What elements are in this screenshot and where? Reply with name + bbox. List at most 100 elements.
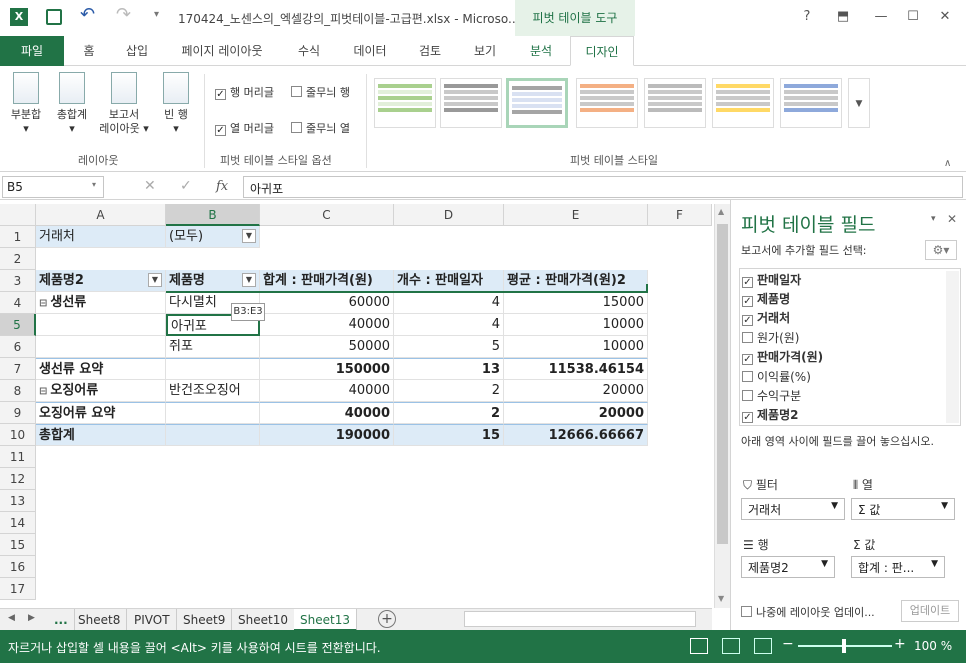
banded-rows-checkbox[interactable]: 줄무늬 행 [291,84,350,100]
cell-e10[interactable]: 12666.66667 [504,424,648,446]
cell-d10[interactable]: 15 [394,424,504,446]
column-header-e[interactable]: E [504,204,648,226]
qat-customize-icon[interactable]: ▾ [154,9,159,20]
cell-d7[interactable]: 13 [394,358,504,380]
cell-a6[interactable] [36,336,166,358]
cell-b7[interactable] [166,358,260,380]
scroll-down-icon[interactable]: ▼ [718,594,724,603]
field-sale-price[interactable]: ✓ 판매가격(원) [742,348,823,365]
cell-e6[interactable]: 10000 [504,336,648,358]
prev-sheet-icon[interactable]: ◀ [8,613,15,623]
row-headers-checkbox[interactable]: ✓ 행 머리글 [215,84,274,100]
row-header[interactable]: 4 [0,292,36,314]
dropdown-arrow-icon[interactable]: ▼ [831,501,838,511]
pane-options-icon[interactable]: ▾ [931,214,936,224]
filter-dropdown-icon[interactable]: ▼ [242,229,256,243]
columns-zone-item[interactable]: Σ 값 ▼ [851,498,955,520]
tab-page-layout[interactable]: 페이지 레이아웃 [170,36,274,66]
field-sales-date[interactable]: ✓ 판매일자 [742,271,801,288]
cell-e9[interactable]: 20000 [504,402,648,424]
row-header[interactable]: 17 [0,578,36,600]
zoom-out-icon[interactable]: − [782,636,794,652]
row-header[interactable]: 6 [0,336,36,358]
collapse-ribbon-icon[interactable]: ∧ [944,158,951,169]
row-header[interactable]: 11 [0,446,36,468]
cell-d6[interactable]: 5 [394,336,504,358]
field-profit-type[interactable]: 수익구분 [742,387,801,404]
values-zone-item[interactable]: 합계 : 판... ▼ [851,556,945,578]
page-layout-view-icon[interactable] [722,638,740,654]
row-header[interactable]: 7 [0,358,36,380]
cell-a8[interactable]: ⊟ 오징어류 [36,380,166,402]
formula-input[interactable]: 아귀포 [243,176,963,198]
defer-update-checkbox[interactable]: 나중에 레이아웃 업데이... [741,604,875,620]
page-break-view-icon[interactable] [754,638,772,654]
cell-c3[interactable]: 합계 : 판매가격(원) [260,270,394,292]
field-cost[interactable]: 원가(원) [742,329,799,346]
subtotals-button[interactable]: 부분합 ▾ [6,72,46,136]
style-thumb-gray2[interactable] [644,78,706,128]
zoom-in-icon[interactable]: + [894,636,906,652]
name-box[interactable]: B5 [2,176,104,198]
row-field2-dropdown-icon[interactable]: ▼ [242,273,256,287]
insert-function-button[interactable]: fx [216,179,228,194]
row-header[interactable]: 3 [0,270,36,292]
cell-d3[interactable]: 개수 : 판매일자 [394,270,504,292]
cell-a9[interactable]: 오징어류 요약 [36,402,166,424]
column-header-d[interactable]: D [394,204,504,226]
undo-icon[interactable]: ↶ [80,4,95,25]
vertical-scrollbar[interactable]: ▲ ▼ [714,204,730,608]
column-header-f[interactable]: F [648,204,712,226]
field-margin[interactable]: 이익률(%) [742,368,811,385]
cell-c8[interactable]: 40000 [260,380,394,402]
style-thumb-orange[interactable] [576,78,638,128]
column-header-b[interactable]: B [166,204,260,226]
tab-design[interactable]: 디자인 [570,36,634,66]
pane-close-icon[interactable]: ✕ [947,212,957,226]
horizontal-scrollbar[interactable] [464,611,696,627]
cell-b6[interactable]: 쥐포 [166,336,260,358]
minimize-icon[interactable]: — [866,6,896,28]
update-button[interactable]: 업데이트 [901,600,959,622]
cell-a7[interactable]: 생선류 요약 [36,358,166,380]
style-thumb-gray[interactable] [440,78,502,128]
collapse-icon[interactable]: ⊟ [39,298,47,309]
column-header-c[interactable]: C [260,204,394,226]
collapse-icon[interactable]: ⊟ [39,386,47,397]
cell-c5[interactable]: 40000 [260,314,394,336]
row-header[interactable]: 9 [0,402,36,424]
cancel-icon[interactable]: ✕ [144,178,156,194]
sheet-tab-sheet10[interactable]: Sheet10 [232,609,295,631]
field-product-name[interactable]: ✓ 제품명 [742,290,790,307]
sheet-tab-more[interactable]: ... [48,609,75,631]
cell-d4[interactable]: 4 [394,292,504,314]
cell-a1[interactable]: 거래처 [36,226,166,248]
dropdown-arrow-icon[interactable]: ▼ [931,559,938,569]
tab-data[interactable]: 데이터 [344,36,396,66]
cell-b8[interactable]: 반건조오징어 [166,380,260,402]
cell-c4[interactable]: 60000 [260,292,394,314]
row-header[interactable]: 13 [0,490,36,512]
new-sheet-icon[interactable]: + [378,610,396,628]
cell-c9[interactable]: 40000 [260,402,394,424]
cell-b9[interactable] [166,402,260,424]
cell-e7[interactable]: 11538.46154 [504,358,648,380]
scroll-up-icon[interactable]: ▲ [718,207,724,216]
col-headers-checkbox[interactable]: ✓ 열 머리글 [215,120,274,136]
field-list-scrollbar[interactable] [946,271,959,423]
zoom-thumb[interactable] [842,639,846,653]
report-layout-button[interactable]: 보고서 레이아웃 ▾ [96,72,152,136]
cell-d5[interactable]: 4 [394,314,504,336]
grand-totals-button[interactable]: 총합계 ▾ [52,72,92,136]
worksheet-grid[interactable]: A B C D E F 거래처 (모두) ▼ 제품명2 ▼ 제품명 ▼ 합계 : 판매… [0,204,712,608]
tab-view[interactable]: 보기 [464,36,506,66]
style-thumb-green-light[interactable] [374,78,436,128]
cell-c7[interactable]: 150000 [260,358,394,380]
tab-analyze[interactable]: 분석 [518,36,564,66]
row-header[interactable]: 16 [0,556,36,578]
tab-home[interactable]: 홈 [72,36,106,66]
name-box-dropdown-icon[interactable]: ▾ [92,180,96,189]
row-header[interactable]: 5 [0,314,36,336]
field-vendor[interactable]: ✓ 거래처 [742,309,790,326]
cell-d9[interactable]: 2 [394,402,504,424]
